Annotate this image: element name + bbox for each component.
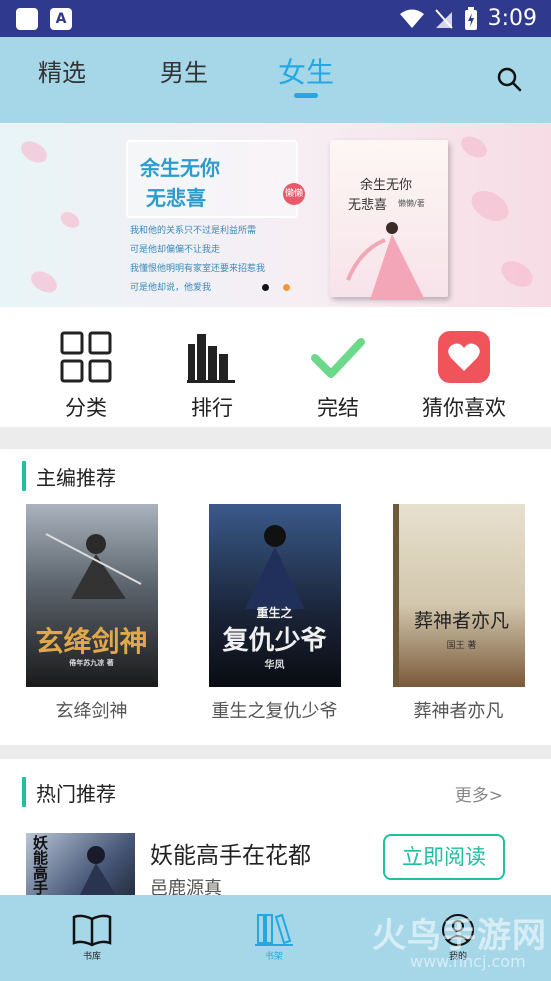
cover-title: 葬神者亦凡 xyxy=(413,610,509,632)
quick-link-label: 完结 xyxy=(317,396,359,420)
banner-cover-figure xyxy=(346,222,425,300)
carousel-dot[interactable] xyxy=(283,284,290,291)
banner-cover-author: 懒懒/著 xyxy=(398,199,425,208)
section-accent-bar xyxy=(22,461,26,491)
checkmark-icon xyxy=(311,338,365,378)
heart-icon xyxy=(438,331,490,383)
banner-author-badge: 懒懒 xyxy=(283,183,305,205)
quick-link-label: 猜你喜欢 xyxy=(422,396,506,420)
watermark-logo: 火鸟手游网 xyxy=(372,916,547,956)
book-cover: 重生之 复仇少爷 华凤 xyxy=(208,504,341,687)
petal-decoration xyxy=(27,267,61,297)
read-now-button[interactable]: 立即阅读 xyxy=(383,834,505,880)
cover-title: 复仇少爷 xyxy=(222,626,327,656)
book-card[interactable]: 玄绛剑神 倦年苏九凉 著 玄绛剑神 xyxy=(19,504,164,723)
section-accent-bar xyxy=(22,777,26,807)
cover-subtitle: 重生之 xyxy=(256,606,293,620)
watermark-url: www.hncj.com xyxy=(410,952,526,971)
nav-label: 书库 xyxy=(82,952,101,962)
petal-decoration xyxy=(457,132,491,162)
nav-library[interactable]: 书库 xyxy=(52,913,132,962)
banner-blurb-line: 我懂恨他明明有家室还要来招惹我 xyxy=(130,264,266,274)
book-cover: 葬神者亦凡 国王 著 xyxy=(392,504,525,687)
app-a-icon: A xyxy=(50,7,72,30)
quick-link-category[interactable]: 分类 xyxy=(31,330,141,422)
petal-decoration xyxy=(496,255,538,293)
quick-link-label: 排行 xyxy=(191,396,233,420)
cover-author: 倦年苏九凉 著 xyxy=(69,659,114,667)
book-card[interactable]: 重生之 复仇少爷 华凤 重生之复仇少爷 xyxy=(202,504,347,723)
top-tab-bar: 精选 男生 女生 xyxy=(0,37,551,123)
battery-charging-icon xyxy=(464,6,477,30)
banner-title-line1: 余生无你 xyxy=(140,156,220,180)
nav-label: 书架 xyxy=(264,952,283,962)
cover-author: 华凤 xyxy=(264,660,285,671)
cover-illustration xyxy=(45,533,141,599)
banner-blurb-line: 可是他却偏偏不让我走 xyxy=(130,245,221,255)
quick-link-completed[interactable]: 完结 xyxy=(283,330,393,422)
book-name: 重生之复仇少爷 xyxy=(211,701,338,722)
section-title-text: 主编推荐 xyxy=(36,465,116,490)
section-title: 主编推荐 xyxy=(22,461,116,491)
petal-decoration xyxy=(17,137,51,167)
active-tab-indicator xyxy=(294,93,318,98)
book-name: 葬神者亦凡 xyxy=(413,701,504,722)
banner-title-line2: 无悲喜 xyxy=(146,186,206,210)
status-bar: A 3:09 xyxy=(0,0,551,37)
quick-link-ranking[interactable]: 排行 xyxy=(157,330,267,422)
hot-book-name[interactable]: 妖能高手在花都 xyxy=(150,836,311,870)
clock: 3:09 xyxy=(487,6,537,31)
grid-icon xyxy=(60,331,112,383)
nav-bookshelf[interactable]: 书架 xyxy=(234,913,314,962)
editor-picks-section: 主编推荐 玄绛剑神 倦年苏九凉 著 玄绛剑神 重生之 复仇少爷 华凤 重生之复仇… xyxy=(0,449,551,745)
search-icon[interactable] xyxy=(495,65,523,93)
petal-decoration xyxy=(466,184,514,228)
banner-book-cover: 余生无你 无悲喜 懒懒/著 xyxy=(330,140,448,300)
book-cover: 玄绛剑神 倦年苏九凉 著 xyxy=(25,504,158,687)
bar-chart-icon xyxy=(187,334,235,383)
cover-title: 玄绛剑神 xyxy=(35,625,148,658)
petal-decoration xyxy=(57,208,83,232)
quick-links: 分类 排行 完结 猜你喜欢 xyxy=(0,307,551,427)
cover-illustration xyxy=(244,525,305,609)
tab-featured[interactable]: 精选 xyxy=(38,53,86,88)
banner-title-card: 余生无你 无悲喜 xyxy=(126,140,298,218)
banner-cover-title1: 余生无你 xyxy=(360,178,413,193)
signal-off-icon xyxy=(434,8,453,29)
bookshelf-icon xyxy=(255,913,293,946)
open-book-icon xyxy=(72,914,112,947)
book-name: 玄绛剑神 xyxy=(55,701,128,722)
quick-link-label: 分类 xyxy=(65,396,107,420)
book-card[interactable]: 葬神者亦凡 国王 著 葬神者亦凡 xyxy=(386,504,531,723)
section-title: 热门推荐 xyxy=(22,777,116,807)
banner-blurb-line: 可是他却说，他爱我 xyxy=(130,283,212,293)
quick-link-recommend[interactable]: 猜你喜欢 xyxy=(409,330,519,422)
carousel-dot-active[interactable] xyxy=(262,284,269,291)
hot-picks-section: 热门推荐 更多> 妖能高手 妖能高手在花都 邑鹿源真 立即阅读 xyxy=(0,759,551,895)
hot-book-author: 邑鹿源真 xyxy=(150,878,222,895)
section-title-text: 热门推荐 xyxy=(36,781,116,806)
tab-female[interactable]: 女生 xyxy=(278,51,334,91)
hot-book-cover[interactable]: 妖能高手 xyxy=(26,833,135,895)
cover-author: 国王 著 xyxy=(446,641,477,651)
promo-banner[interactable]: 余生无你 无悲喜 懒懒 我和他的关系只不过是利益所需 可是他却偏偏不让我走 我懂… xyxy=(0,123,551,307)
tab-male[interactable]: 男生 xyxy=(160,53,208,88)
banner-blurb-line: 我和他的关系只不过是利益所需 xyxy=(130,226,257,236)
hot-cover-figure xyxy=(80,846,116,895)
wifi-icon xyxy=(399,9,424,28)
more-link[interactable]: 更多> xyxy=(455,781,503,806)
app-notification-icon xyxy=(16,7,38,30)
